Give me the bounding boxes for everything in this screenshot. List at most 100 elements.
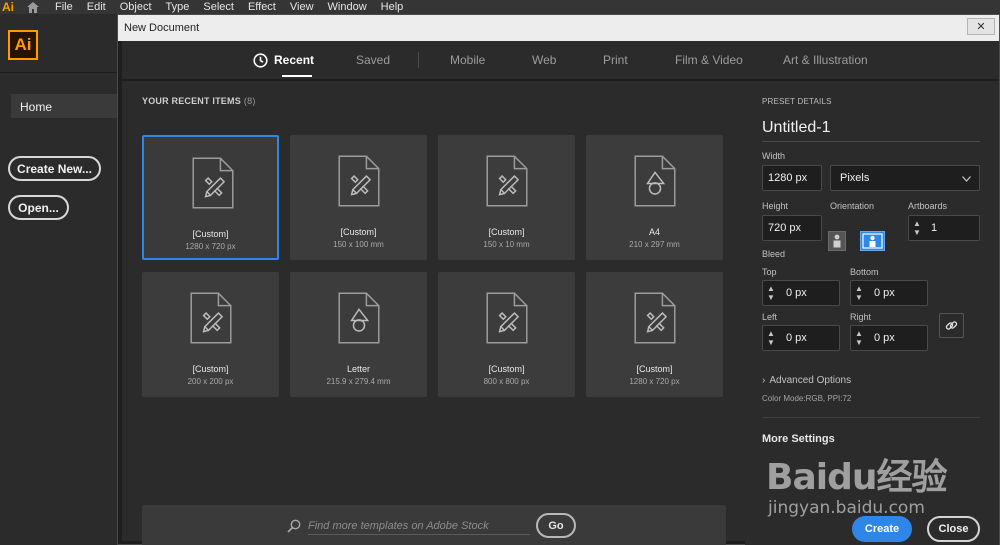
bleed-right-stepper[interactable]: ▲ ▼ 0 px [850,325,928,351]
artboards-value: 1 [931,222,938,234]
width-label: Width [762,151,786,161]
recent-item-card[interactable]: Letter 215.9 x 279.4 mm [290,272,427,397]
tab-web[interactable]: Web [532,53,556,67]
recent-item-name: [Custom] [636,364,673,374]
menu-window[interactable]: Window [321,1,374,13]
recent-item-card[interactable]: [Custom] 150 x 10 mm [438,135,575,260]
menu-type[interactable]: Type [159,1,197,13]
recent-item-card[interactable]: A4 210 x 297 mm [586,135,723,260]
shapes-icon [338,292,380,344]
landscape-icon [862,233,883,249]
menu-object[interactable]: Object [113,1,159,13]
recent-items-heading: YOUR RECENT ITEMS (8) [142,96,256,106]
illustrator-logo: Ai [8,30,38,60]
bleed-left-stepper[interactable]: ▲ ▼ 0 px [762,325,840,351]
recent-item-size: 1280 x 720 px [185,242,236,251]
stepper-arrows-icon[interactable]: ▲ ▼ [913,219,923,239]
artboards-label: Artboards [908,201,948,211]
recent-item-name: [Custom] [488,364,525,374]
height-label: Height [762,201,789,211]
stepper-arrows-icon[interactable]: ▲ ▼ [855,284,865,304]
recent-item-size: 150 x 10 mm [483,240,530,249]
active-tab-indicator [282,75,312,77]
width-value: 1280 px [768,172,808,184]
menu-file[interactable]: File [48,1,80,13]
tab-separator [418,52,419,68]
dialog-titlebar: New Document ✕ [118,15,999,41]
height-input[interactable]: 720 px [762,215,822,241]
start-sidebar: Ai Home Create New... Open... [0,14,117,545]
document-name-underline [762,141,980,142]
recent-item-size: 800 x 800 px [483,377,530,386]
open-button[interactable]: Open... [8,195,69,220]
go-button[interactable]: Go [536,513,576,538]
recent-item-card[interactable]: [Custom] 150 x 100 mm [290,135,427,260]
units-dropdown[interactable]: Pixels [830,165,980,191]
tab-print[interactable]: Print [603,53,628,67]
document-name-field[interactable]: Untitled-1 [762,119,830,137]
landscape-orientation-button[interactable] [860,231,885,251]
link-icon [945,321,958,330]
recent-item-name: [Custom] [192,364,229,374]
menu-select[interactable]: Select [196,1,241,13]
bleed-bottom-label: Bottom [850,267,879,277]
pencil-ruler-icon [192,157,234,209]
bleed-bottom-value: 0 px [874,287,895,299]
menu-view[interactable]: View [283,1,321,13]
recent-item-card[interactable]: [Custom] 200 x 200 px [142,272,279,397]
home-icon[interactable] [18,1,48,13]
app-logo-mini: Ai [2,0,14,14]
new-document-dialog: New Document ✕ Recent Saved Mobile Web P… [117,14,1000,545]
bleed-top-stepper[interactable]: ▲ ▼ 0 px [762,280,840,306]
tab-recent[interactable]: Recent [274,53,314,67]
chevron-right-icon: › [762,375,766,386]
bleed-right-value: 0 px [874,332,895,344]
recent-items-title: YOUR RECENT ITEMS [142,96,241,106]
more-settings-link[interactable]: More Settings [762,433,835,445]
link-bleed-button[interactable] [939,313,964,338]
bleed-left-value: 0 px [786,332,807,344]
stock-search-input[interactable] [308,517,530,535]
pencil-ruler-icon [634,292,676,344]
bleed-top-value: 0 px [786,287,807,299]
recent-item-card[interactable]: [Custom] 1280 x 720 px [142,135,279,260]
stock-search-bar: Go [142,505,726,545]
advanced-options-toggle[interactable]: › Advanced Options [762,375,851,386]
details-divider [762,417,980,418]
create-new-button[interactable]: Create New... [8,156,101,181]
recent-item-size: 200 x 200 px [187,377,234,386]
menu-help[interactable]: Help [374,1,411,13]
units-value: Pixels [840,172,870,184]
pencil-ruler-icon [486,155,528,207]
pencil-ruler-icon [486,292,528,344]
tab-film-video[interactable]: Film & Video [675,53,743,67]
bleed-bottom-stepper[interactable]: ▲ ▼ 0 px [850,280,928,306]
stepper-arrows-icon[interactable]: ▲ ▼ [767,329,777,349]
dialog-close-button[interactable]: ✕ [967,18,995,35]
stepper-arrows-icon[interactable]: ▲ ▼ [767,284,777,304]
recent-item-name: [Custom] [192,229,229,239]
menu-effect[interactable]: Effect [241,1,283,13]
tab-art-illustration[interactable]: Art & Illustration [783,53,868,67]
width-input[interactable]: 1280 px [762,165,822,191]
shapes-icon [634,155,676,207]
artboards-stepper[interactable]: ▲ ▼ 1 [908,215,980,241]
recent-item-card[interactable]: [Custom] 1280 x 720 px [586,272,723,397]
tab-saved[interactable]: Saved [356,53,390,67]
bleed-right-label: Right [850,312,872,322]
recent-item-card[interactable]: [Custom] 800 x 800 px [438,272,575,397]
recent-item-name: A4 [648,227,660,237]
pencil-ruler-icon [338,155,380,207]
orientation-label: Orientation [830,201,875,211]
sidebar-item-home[interactable]: Home [11,94,117,118]
portrait-icon [833,234,841,248]
stepper-arrows-icon[interactable]: ▲ ▼ [855,329,865,349]
recent-item-size: 1280 x 720 px [629,377,680,386]
menu-edit[interactable]: Edit [80,1,113,13]
portrait-orientation-button[interactable] [828,231,846,251]
recent-item-name: [Custom] [488,227,525,237]
close-button[interactable]: Close [927,516,980,542]
tab-mobile[interactable]: Mobile [450,53,485,67]
create-button[interactable]: Create [852,516,912,542]
recent-items-count: (8) [243,96,256,106]
